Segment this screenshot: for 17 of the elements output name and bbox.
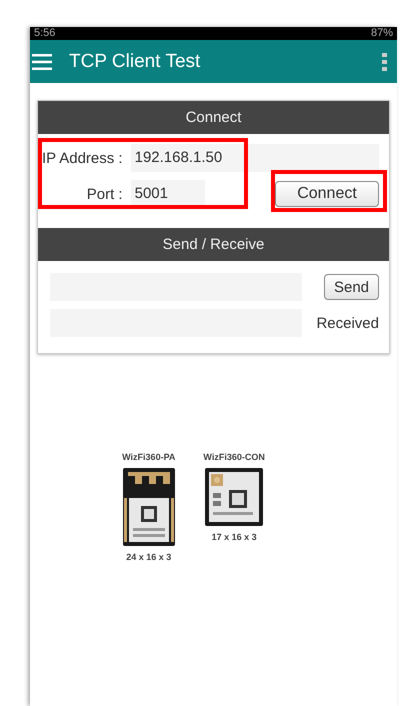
menu-icon[interactable]	[32, 54, 52, 70]
more-options-icon[interactable]	[382, 52, 387, 70]
received-label: Received	[316, 314, 379, 332]
battery-level: 87%	[370, 28, 393, 39]
port-label: Port :	[86, 186, 123, 202]
app-title: TCP Client Test	[69, 50, 202, 72]
ip-label: IP Address :	[42, 150, 123, 166]
status-time: 5:56	[34, 28, 56, 39]
section-header: Send / Receive	[38, 228, 389, 261]
module-size: 24 x 16 x 3	[126, 552, 172, 562]
send-button[interactable]: Send	[324, 274, 379, 300]
module-name: WizFi360-CON	[203, 452, 265, 462]
ip-field[interactable]: 192.168.1.50	[130, 144, 379, 172]
module-name: WizFi360-PA	[122, 452, 176, 462]
connect-button[interactable]: Connect	[275, 181, 379, 207]
module-size: 17 x 16 x 3	[212, 532, 257, 542]
section-header: Connect	[38, 101, 389, 134]
